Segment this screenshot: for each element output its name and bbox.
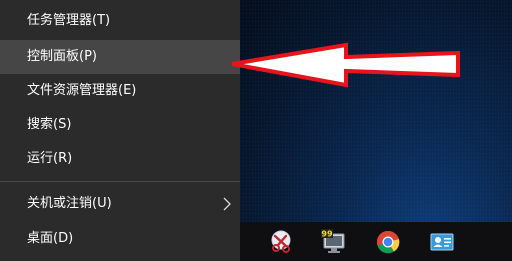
menu-item-label: 搜索(S): [27, 117, 72, 132]
menu-item-label: 任务管理器(T): [27, 13, 111, 28]
chevron-right-icon: [223, 197, 231, 211]
desktop-texture: [240, 0, 512, 222]
menu-item-label: 运行(R): [27, 151, 73, 166]
chrome-icon[interactable]: [374, 228, 402, 256]
menu-item-desktop[interactable]: 桌面(D): [0, 222, 240, 256]
menu-item-control-panel[interactable]: 控制面板(P): [0, 40, 240, 74]
menu-item-label: 控制面板(P): [27, 49, 97, 64]
menu-item-label: 桌面(D): [27, 231, 74, 246]
menu-item-search[interactable]: 搜索(S): [0, 108, 240, 142]
menu-separator: [0, 181, 240, 182]
taskbar: 99: [240, 222, 512, 261]
winx-context-menu: 任务管理器(T) 控制面板(P) 文件资源管理器(E) 搜索(S) 运行(R) …: [0, 0, 240, 261]
menu-item-run[interactable]: 运行(R): [0, 142, 240, 176]
menu-item-shutdown-signout[interactable]: 关机或注销(U): [0, 187, 240, 221]
snipping-tool-icon[interactable]: [267, 228, 295, 256]
desktop-background: [240, 0, 512, 222]
menu-item-label: 文件资源管理器(E): [27, 83, 137, 98]
annotation-arrow-icon: [231, 42, 460, 88]
menu-item-task-manager[interactable]: 任务管理器(T): [0, 4, 240, 38]
menu-item-label: 关机或注销(U): [27, 196, 112, 211]
badge-text: 99: [321, 230, 333, 239]
contact-card-icon[interactable]: [428, 228, 456, 256]
display-99-icon[interactable]: 99: [320, 228, 348, 256]
menu-item-file-explorer[interactable]: 文件资源管理器(E): [0, 74, 240, 108]
